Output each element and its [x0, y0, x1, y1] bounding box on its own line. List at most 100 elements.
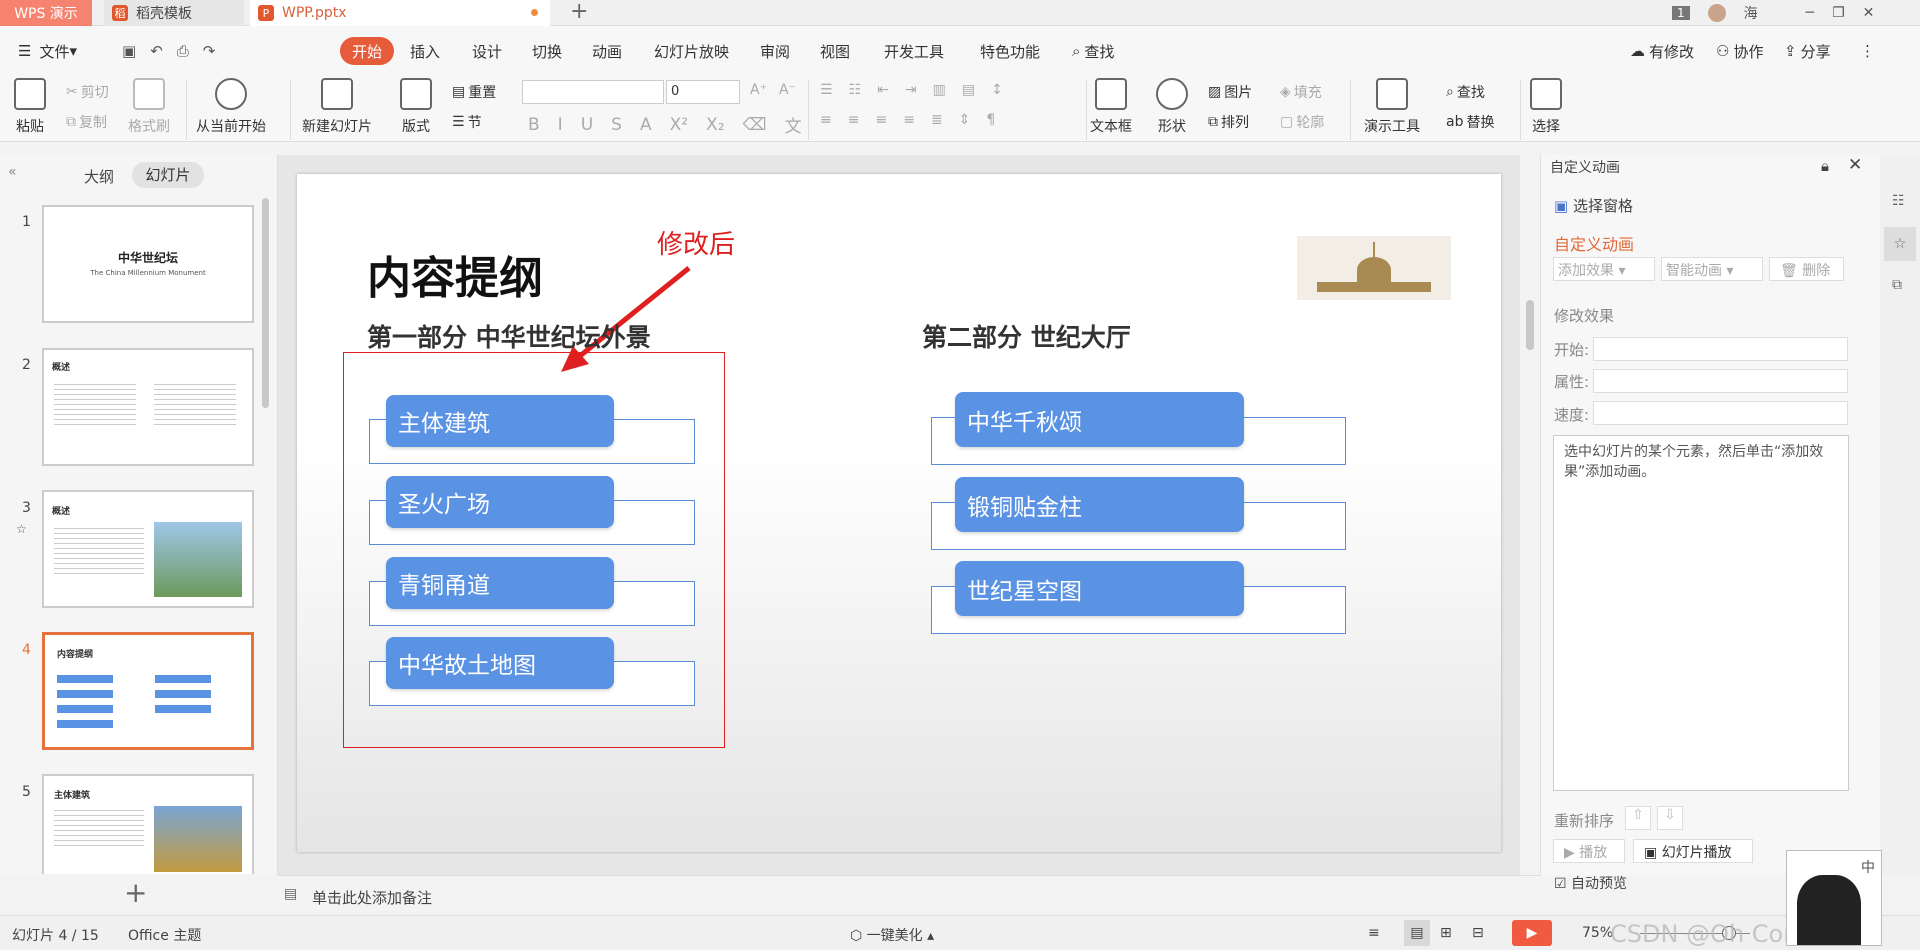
notes-toggle-icon[interactable]: ≡ [1368, 925, 1380, 941]
arrange-button[interactable]: ⧉ 排列 [1208, 112, 1249, 132]
panel-title[interactable]: 自定义动画 [1550, 157, 1620, 177]
move-up-icon[interactable]: ⇧ [1625, 806, 1651, 830]
normal-view-icon[interactable]: ▤ [1404, 920, 1430, 946]
collapse-icon[interactable]: « [8, 164, 17, 180]
selection-pane[interactable]: ▣ 选择窗格 [1554, 195, 1633, 216]
columns-icon[interactable]: ▥ [933, 82, 946, 98]
fill-button[interactable]: ◈ 填充 [1280, 82, 1322, 102]
delete-button[interactable]: 🗑︎ 删除 [1769, 257, 1844, 281]
autopreview-checkbox[interactable]: ☑ 自动预览 [1554, 873, 1627, 893]
find-button[interactable]: ⌕ 查找 [1446, 82, 1485, 102]
theme-name[interactable]: Office 主题 [128, 925, 201, 945]
menu-modified[interactable]: ☁ 有修改 [1630, 37, 1694, 65]
restore-icon[interactable]: ❐ [1832, 5, 1845, 21]
item-pill[interactable]: 锻铜贴金柱 [955, 477, 1244, 532]
justify-icon[interactable]: ≡ [903, 112, 915, 128]
tab-template[interactable]: 稻稻壳模板 [104, 0, 244, 26]
tab-slides[interactable]: 幻灯片 [132, 162, 204, 188]
slide-thumbnail-4[interactable]: 内容提纲 [42, 632, 254, 750]
tab-file[interactable]: P WPP.pptx [250, 0, 550, 26]
layout-button[interactable]: 版式 [400, 78, 432, 136]
undo-icon[interactable]: ↶ [150, 42, 163, 60]
indent-increase-icon[interactable]: ⇥ [905, 82, 917, 98]
reading-view-icon[interactable]: ⊟ [1472, 925, 1484, 941]
add-slide-button[interactable]: + [124, 876, 147, 909]
minimize-icon[interactable]: ─ [1806, 5, 1814, 21]
format-painter-button[interactable]: 格式刷 [128, 78, 170, 136]
notes-bar[interactable]: ▤ 单击此处添加备注 [278, 875, 1540, 915]
menu-share[interactable]: ⇪ 分享 [1784, 37, 1831, 65]
subscript-icon[interactable]: X₂ [706, 115, 724, 135]
font-name-select[interactable] [522, 80, 664, 104]
eraser-icon[interactable]: ⌫ [743, 115, 767, 135]
bullet-list-icon[interactable]: ☰ [820, 82, 833, 98]
item-pill[interactable]: 青铜甬道 [386, 557, 614, 609]
animation-star-button[interactable]: ☆ [1884, 227, 1916, 261]
menu-transition[interactable]: 切换 [532, 37, 562, 65]
font-shrink-icon[interactable]: A⁻ [779, 82, 796, 98]
distribute-icon[interactable]: ≣ [931, 112, 943, 128]
text-icon[interactable]: 文 [785, 112, 802, 137]
play-from-current-button[interactable]: 从当前开始 [196, 78, 266, 136]
vertical-align-icon[interactable]: ⇕ [959, 112, 971, 128]
save-icon[interactable]: ▣ [122, 42, 136, 60]
part2-heading[interactable]: 第二部分 世纪大厅 [922, 318, 1131, 354]
item-pill[interactable]: 中华千秋颂 [955, 392, 1244, 447]
menu-file[interactable]: ☰ 文件 ▾ [18, 37, 77, 65]
new-tab-button[interactable]: + [570, 0, 588, 26]
zoom-level[interactable]: 75% [1582, 925, 1613, 941]
menu-insert[interactable]: 插入 [410, 37, 440, 65]
tab-wps[interactable]: WPS 演示 [0, 0, 92, 26]
replace-button[interactable]: ab 替换 [1446, 112, 1494, 132]
part1-heading[interactable]: 第一部分 中华世纪坛外景 [367, 318, 651, 354]
slide-title[interactable]: 内容提纲 [367, 242, 543, 306]
slideshow-panel-icon[interactable]: ⧉ [1892, 277, 1902, 293]
section-button[interactable]: ☰ 节 [452, 112, 482, 132]
numbered-list-icon[interactable]: ☷ [849, 82, 862, 98]
shape-button[interactable]: 形状 [1156, 78, 1188, 136]
play-slideshow-button[interactable]: ▶ [1512, 920, 1552, 946]
avatar[interactable] [1707, 4, 1726, 22]
underline-icon[interactable]: U [581, 115, 593, 135]
copy-button[interactable]: ⧉ 复制 [66, 112, 107, 132]
cut-button[interactable]: ✂ 剪切 [66, 82, 109, 102]
redo-icon[interactable]: ↷ [203, 42, 216, 60]
slideshow-button[interactable]: ▣ 幻灯片播放 [1633, 839, 1753, 863]
beautify-button[interactable]: ⬡ 一键美化 ▴ [850, 925, 934, 945]
menu-search[interactable]: ⌕ 查找 [1072, 37, 1114, 65]
menu-home[interactable]: 开始 [340, 37, 395, 65]
item-pill[interactable]: 中华故土地图 [386, 637, 614, 689]
superscript-icon[interactable]: X² [670, 115, 688, 135]
outline-button[interactable]: ▢ 轮廓 [1280, 112, 1324, 132]
menu-review[interactable]: 审阅 [760, 37, 790, 65]
font-grow-icon[interactable]: A⁺ [750, 82, 767, 98]
item-pill[interactable]: 世纪星空图 [955, 561, 1244, 616]
textbox-button[interactable]: 文本框 [1090, 78, 1132, 136]
play-button[interactable]: ▶ 播放 [1553, 839, 1625, 863]
picture-button[interactable]: ▨ 图片 [1208, 82, 1252, 102]
thumb-scrollbar[interactable] [262, 198, 269, 408]
reset-button[interactable]: ▤ 重置 [452, 82, 496, 102]
present-tools-button[interactable]: 演示工具 [1364, 78, 1420, 136]
menu-features[interactable]: 特色功能 [980, 37, 1040, 65]
line-spacing-icon[interactable]: ↕ [991, 82, 1003, 98]
close-icon[interactable]: ✕ [1863, 5, 1875, 21]
align-left-icon[interactable]: ≡ [820, 112, 832, 128]
item-pill[interactable]: 主体建筑 [386, 395, 614, 447]
sorter-view-icon[interactable]: ⊞ [1440, 925, 1452, 941]
bold-icon[interactable]: B [528, 115, 540, 135]
tab-outline[interactable]: 大纲 [84, 166, 114, 187]
start-select[interactable] [1593, 337, 1848, 361]
notes-placeholder[interactable]: 单击此处添加备注 [312, 887, 432, 908]
menu-view[interactable]: 视图 [820, 37, 850, 65]
slide-thumbnail-1[interactable]: 中华世纪坛 The China Millennium Monument [42, 205, 254, 323]
property-select[interactable] [1593, 369, 1848, 393]
close-panel-icon[interactable]: ✕ [1848, 155, 1862, 175]
select-button[interactable]: 选择 [1530, 78, 1562, 136]
menu-animation[interactable]: 动画 [592, 37, 622, 65]
lock-icon[interactable]: 🔒︎ [1821, 157, 1829, 175]
slide[interactable]: 内容提纲 修改后 第一部分 中华世纪坛外景 第二部分 世纪大厅 主体建筑 圣火广… [297, 174, 1501, 852]
font-color-icon[interactable]: A [640, 115, 652, 135]
add-effect-button[interactable]: 添加效果 ▾ [1553, 257, 1655, 281]
animation-list[interactable]: 选中幻灯片的某个元素，然后单击“添加效果”添加动画。 [1553, 435, 1849, 791]
